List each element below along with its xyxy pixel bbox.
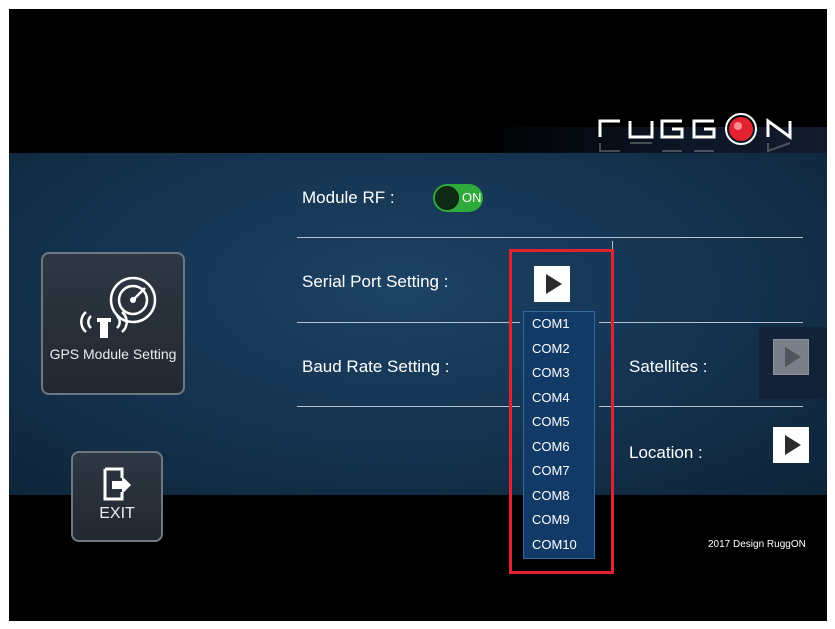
play-arrow-icon: [784, 435, 801, 455]
satellites-label: Satellites :: [629, 357, 708, 376]
satellites-arrow-button[interactable]: [773, 339, 809, 375]
exit-button-label: EXIT: [99, 505, 135, 522]
module-rf-toggle[interactable]: ON: [433, 184, 483, 212]
serial-port-label: Serial Port Setting :: [302, 272, 449, 291]
divider-line: [599, 322, 803, 323]
gps-button-label: GPS Module Setting: [49, 346, 177, 362]
gps-module-setting-button[interactable]: GPS Module Setting: [41, 252, 185, 395]
copyright-text: 2017 Design RuggON: [708, 539, 806, 550]
divider-line: [297, 237, 803, 238]
divider-line: [297, 406, 520, 407]
ruggon-logo: [598, 113, 792, 153]
toggle-knob: [435, 186, 459, 210]
divider-line: [599, 406, 803, 407]
app-window: GPS Module Setting EXIT Module RF : ON S…: [9, 9, 827, 621]
location-arrow-button[interactable]: [773, 427, 809, 463]
highlight-box: [509, 249, 614, 574]
location-label: Location :: [629, 443, 703, 462]
baud-rate-label: Baud Rate Setting :: [302, 357, 450, 376]
exit-door-icon: [103, 467, 131, 501]
play-arrow-icon: [784, 347, 801, 367]
gps-antenna-radar-icon: [80, 276, 157, 338]
toggle-state-label: ON: [462, 190, 482, 205]
exit-button[interactable]: EXIT: [71, 451, 163, 542]
divider-line: [297, 322, 520, 323]
module-rf-label: Module RF :: [302, 188, 395, 207]
